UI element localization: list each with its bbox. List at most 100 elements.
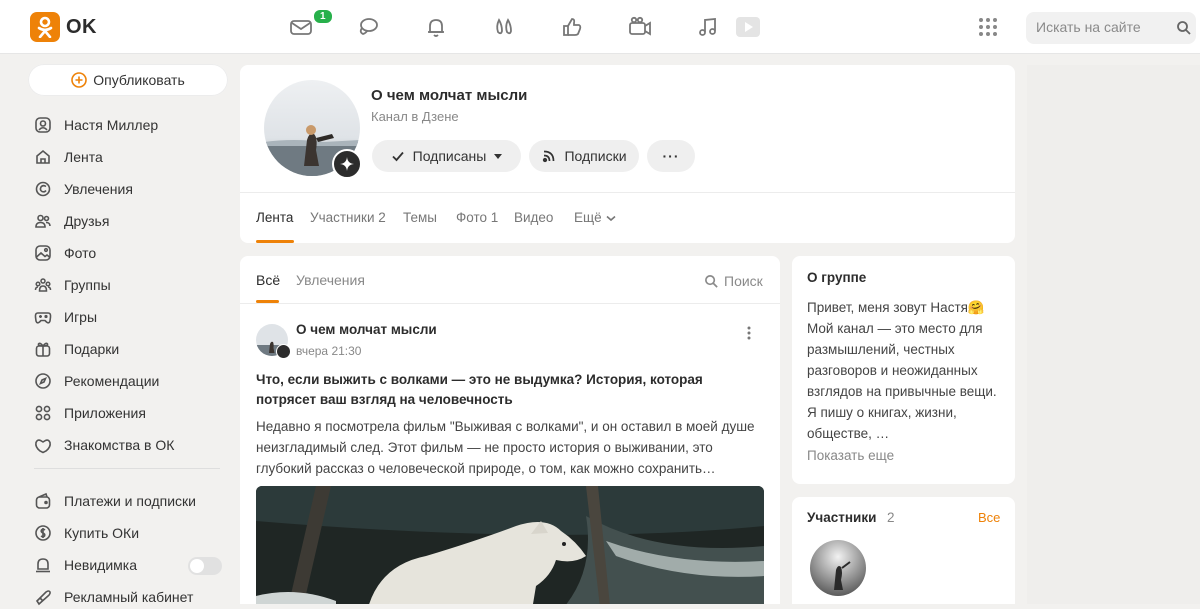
sidebar-item-payments[interactable]: Платежи и подписки bbox=[34, 489, 196, 513]
about-show-more-link[interactable]: Показать еще bbox=[807, 448, 894, 463]
sidebar-item-invisible[interactable]: Невидимка bbox=[34, 553, 137, 577]
top-bar: OK 1 bbox=[0, 0, 1200, 54]
members-all-link[interactable]: Все bbox=[978, 510, 1000, 525]
dzen-badge-icon bbox=[332, 149, 362, 179]
subscribed-label: Подписаны bbox=[412, 148, 487, 164]
members-card: Участники 2 Все bbox=[792, 497, 1015, 604]
sidebar-item-label: Подарки bbox=[64, 341, 120, 357]
check-icon bbox=[390, 148, 406, 164]
user-icon bbox=[34, 116, 52, 134]
ads-icon bbox=[34, 588, 52, 606]
feed-tab-hobbies[interactable]: Увлечения bbox=[296, 272, 365, 288]
group-title: О чем молчат мысли bbox=[371, 87, 528, 104]
search-input[interactable] bbox=[1036, 19, 1166, 35]
group-subtitle: Канал в Дзене bbox=[371, 109, 459, 124]
gamepad-icon bbox=[34, 308, 52, 326]
tab-more[interactable]: Ещё bbox=[574, 210, 617, 225]
plus-circle-icon bbox=[71, 72, 88, 88]
tab-feed[interactable]: Лента bbox=[256, 210, 293, 225]
rss-icon bbox=[541, 148, 557, 164]
sidebar-item-label: Игры bbox=[64, 309, 98, 325]
sidebar-item-label: Лента bbox=[64, 149, 103, 165]
invisible-toggle[interactable] bbox=[188, 557, 222, 575]
sidebar-item-label: Настя Миллер bbox=[64, 117, 159, 133]
sidebar-item-photo[interactable]: Фото bbox=[34, 241, 96, 265]
post-time: вчера 21:30 bbox=[296, 344, 362, 358]
play-icon[interactable] bbox=[735, 14, 761, 40]
feed-search-button[interactable]: Поиск bbox=[704, 273, 763, 289]
sidebar-item-label: Купить ОКи bbox=[64, 525, 140, 541]
right-side-panel bbox=[1027, 65, 1200, 604]
groups-icon bbox=[34, 276, 52, 294]
likes-icon[interactable] bbox=[559, 14, 585, 40]
post-author-name[interactable]: О чем молчат мысли bbox=[296, 322, 437, 337]
sidebar-item-label: Невидимка bbox=[64, 557, 137, 573]
post-title[interactable]: Что, если выжить с волками — это не выду… bbox=[256, 370, 746, 410]
subscriptions-label: Подписки bbox=[564, 148, 627, 164]
ok-logo-icon bbox=[30, 12, 60, 42]
members-count: 2 bbox=[887, 510, 895, 525]
tab-members[interactable]: Участники 2 bbox=[310, 210, 386, 225]
sidebar-item-ads[interactable]: Рекламный кабинет bbox=[34, 585, 193, 609]
feed-card: Всё Увлечения Поиск О чем молчат мысли в… bbox=[240, 256, 780, 604]
music-icon[interactable] bbox=[695, 14, 721, 40]
guests-icon[interactable] bbox=[491, 14, 517, 40]
about-title: О группе bbox=[807, 270, 867, 285]
sidebar-item-apps[interactable]: Приложения bbox=[34, 401, 146, 425]
sidebar-divider bbox=[34, 468, 220, 469]
publish-label: Опубликовать bbox=[93, 72, 185, 88]
sidebar-item-games[interactable]: Игры bbox=[34, 305, 97, 329]
sidebar-item-label: Группы bbox=[64, 277, 111, 293]
subscribed-button[interactable]: Подписаны bbox=[372, 140, 521, 172]
more-label: ··· bbox=[662, 148, 680, 164]
compass-icon bbox=[34, 372, 52, 390]
feed-search-label: Поиск bbox=[724, 273, 763, 289]
group-header-card: О чем молчат мысли Канал в Дзене Подписа… bbox=[240, 65, 1015, 243]
member-avatar[interactable] bbox=[810, 540, 866, 596]
post-menu-icon[interactable] bbox=[746, 325, 752, 341]
more-options-button[interactable]: ··· bbox=[647, 140, 695, 172]
home-icon bbox=[34, 148, 52, 166]
caret-down-icon bbox=[493, 151, 503, 161]
logo-text: OK bbox=[66, 15, 97, 38]
sidebar-item-label: Фото bbox=[64, 245, 97, 261]
tab-video[interactable]: Видео bbox=[514, 210, 553, 225]
chevron-down-icon bbox=[605, 212, 617, 224]
search-box bbox=[1026, 12, 1196, 44]
sidebar-item-buy-oki[interactable]: Купить ОКи bbox=[34, 521, 139, 545]
search-icon[interactable] bbox=[1176, 20, 1192, 36]
logo[interactable]: OK bbox=[30, 12, 97, 42]
about-text: Привет, меня зовут Настя🤗 Мой канал — эт… bbox=[807, 300, 997, 441]
publish-button[interactable]: Опубликовать bbox=[28, 64, 228, 96]
sidebar-item-groups[interactable]: Группы bbox=[34, 273, 111, 297]
header-divider bbox=[240, 192, 1015, 193]
sidebar-item-label: Платежи и подписки bbox=[64, 493, 196, 509]
invisible-icon bbox=[34, 556, 52, 574]
sidebar-item-gifts[interactable]: Подарки bbox=[34, 337, 119, 361]
feed-tab-all[interactable]: Всё bbox=[256, 272, 280, 288]
hobby-icon bbox=[34, 180, 52, 198]
photo-icon bbox=[34, 244, 52, 262]
coin-icon bbox=[34, 524, 52, 542]
active-tab-indicator bbox=[256, 240, 294, 243]
tab-photo[interactable]: Фото 1 bbox=[456, 210, 498, 225]
sidebar-item-label: Увлечения bbox=[64, 181, 133, 197]
apps-icon bbox=[34, 404, 52, 422]
subscriptions-button[interactable]: Подписки bbox=[529, 140, 639, 172]
post-image-wolf[interactable] bbox=[256, 486, 764, 604]
mail-icon[interactable] bbox=[288, 14, 314, 40]
sidebar-item-feed[interactable]: Лента bbox=[34, 145, 103, 169]
about-group-card: О группе Привет, меня зовут Настя🤗 Мой к… bbox=[792, 256, 1015, 484]
bell-icon[interactable] bbox=[423, 14, 449, 40]
apps-grid-icon[interactable] bbox=[975, 14, 1001, 40]
sidebar-item-dating[interactable]: Знакомства в ОК bbox=[34, 433, 174, 457]
tab-more-label: Ещё bbox=[574, 210, 602, 225]
tab-topics[interactable]: Темы bbox=[403, 210, 437, 225]
sidebar-item-hobbies[interactable]: Увлечения bbox=[34, 177, 133, 201]
sidebar-item-recommendations[interactable]: Рекомендации bbox=[34, 369, 159, 393]
sidebar-item-friends[interactable]: Друзья bbox=[34, 209, 109, 233]
video-icon[interactable] bbox=[627, 14, 653, 40]
sidebar-item-profile[interactable]: Настя Миллер bbox=[34, 113, 158, 137]
mail-count-badge: 1 bbox=[312, 8, 334, 25]
chat-icon[interactable] bbox=[355, 14, 381, 40]
